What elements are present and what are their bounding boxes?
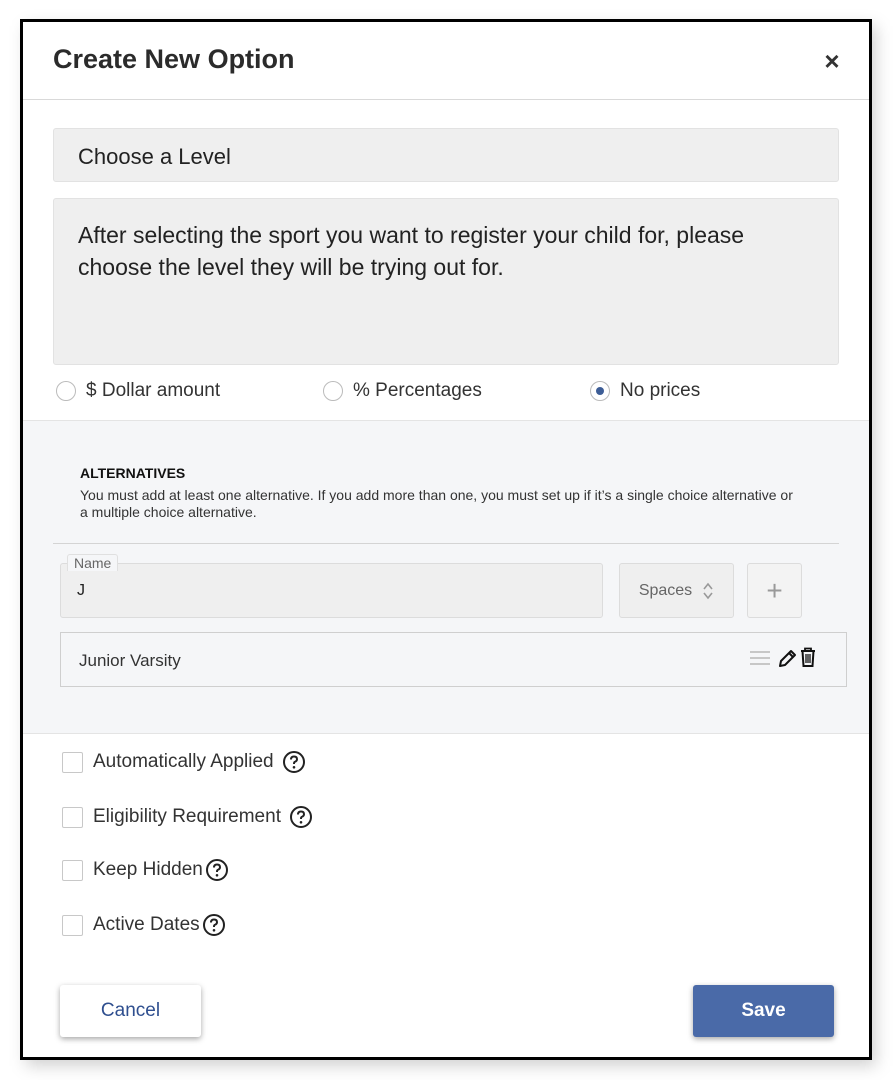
dialog-header: Create New Option ×	[23, 22, 869, 100]
pricing-radio-group: $ Dollar amount % Percentages No prices	[23, 380, 869, 410]
active-dates-checkbox[interactable]: Active Dates	[62, 913, 226, 937]
stepper-arrows-icon[interactable]	[702, 581, 714, 601]
checkbox-icon[interactable]	[62, 751, 83, 773]
close-icon[interactable]: ×	[821, 48, 843, 74]
radio-label: $ Dollar amount	[86, 380, 221, 401]
checkbox-icon[interactable]	[62, 859, 83, 881]
checkbox-label: Keep Hidden	[93, 859, 203, 880]
eligibility-requirement-checkbox[interactable]: Eligibility Requirement	[62, 805, 313, 829]
radio-percentages[interactable]: % Percentages	[323, 380, 482, 402]
keep-hidden-checkbox[interactable]: Keep Hidden	[62, 858, 229, 882]
pencil-icon[interactable]	[777, 647, 797, 669]
checkbox-icon[interactable]	[62, 914, 83, 936]
radio-button-icon	[56, 381, 76, 401]
question-circle-icon[interactable]	[282, 750, 306, 774]
name-field-label: Name	[67, 554, 119, 571]
checkbox-label: Automatically Applied	[93, 751, 274, 772]
radio-dollar-amount[interactable]: $ Dollar amount	[56, 380, 220, 402]
drag-handle-icon[interactable]	[750, 651, 770, 669]
question-circle-icon[interactable]	[202, 913, 226, 937]
alternative-item-label: Junior Varsity	[79, 651, 181, 670]
option-title-input[interactable]: Choose a Level	[53, 128, 839, 182]
spaces-label: Spaces	[638, 581, 693, 599]
question-circle-icon[interactable]	[289, 805, 313, 829]
checkbox-label: Eligibility Requirement	[93, 806, 281, 827]
radio-button-icon	[323, 381, 343, 401]
radio-button-selected-icon	[590, 381, 610, 401]
radio-no-prices[interactable]: No prices	[590, 380, 700, 402]
question-circle-icon[interactable]	[205, 858, 229, 882]
trash-icon[interactable]	[799, 646, 817, 668]
radio-label: % Percentages	[353, 380, 482, 401]
alternative-item: Junior Varsity	[60, 632, 847, 687]
add-alternative-button[interactable]: +	[747, 563, 802, 618]
dialog-title: Create New Option	[53, 44, 295, 74]
alternative-name-input[interactable]: Name J	[60, 554, 603, 618]
name-field-value: J	[77, 582, 85, 599]
option-description-textarea[interactable]: After selecting the sport you want to re…	[53, 198, 839, 365]
divider	[53, 543, 839, 544]
alternatives-heading: ALTERNATIVES	[80, 465, 186, 481]
checkbox-label: Active Dates	[93, 914, 200, 935]
alternatives-help-text: You must add at least one alternative. I…	[80, 487, 793, 520]
automatically-applied-checkbox[interactable]: Automatically Applied	[62, 750, 306, 774]
cancel-button[interactable]: Cancel	[60, 985, 201, 1037]
radio-label: No prices	[620, 380, 701, 401]
create-option-dialog: Create New Option × Choose a Level After…	[20, 19, 872, 1060]
checkbox-icon[interactable]	[62, 806, 83, 828]
plus-icon: +	[766, 574, 783, 606]
alternatives-section: ALTERNATIVES You must add at least one a…	[23, 420, 869, 734]
save-button[interactable]: Save	[693, 985, 834, 1037]
spaces-stepper[interactable]: Spaces	[619, 563, 734, 618]
